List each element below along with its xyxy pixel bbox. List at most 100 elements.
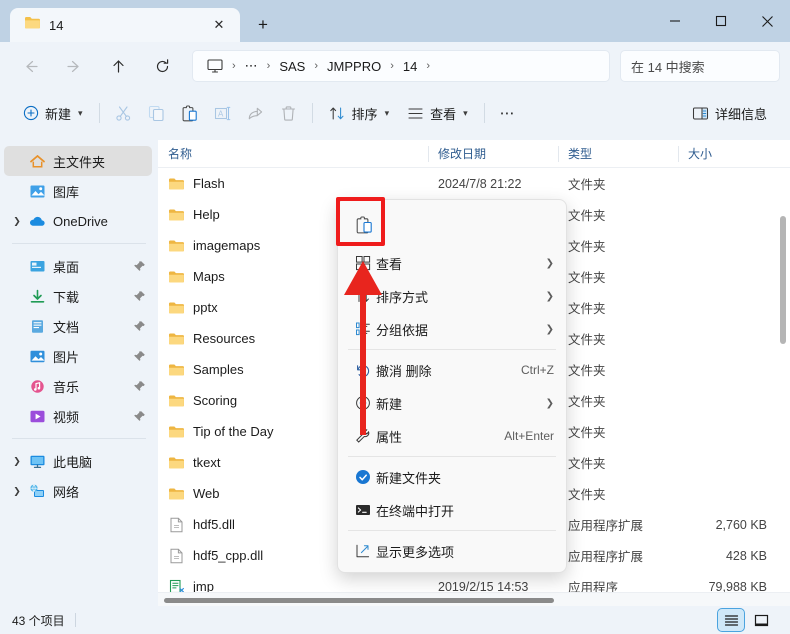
back-arrow-icon[interactable] (13, 49, 47, 83)
file-type-cell: 文件夹 (568, 395, 606, 409)
refresh-icon[interactable] (145, 49, 179, 83)
details-pane-button[interactable]: 详细信息 (683, 97, 776, 129)
search-input[interactable]: 在 14 中搜索 (620, 50, 780, 82)
scrollbar-thumb[interactable] (164, 598, 554, 603)
view-button-label: 查看 (430, 106, 457, 122)
terminal-icon (350, 502, 376, 518)
breadcrumb-14[interactable]: 14 (397, 56, 423, 77)
annotation-arrow-icon (344, 261, 382, 435)
file-name: Web (193, 486, 220, 501)
pin-icon[interactable] (132, 290, 148, 302)
address-bar[interactable]: › ⋯ › SAS › JMPPRO › 14 › (192, 50, 610, 82)
folder-icon (24, 15, 41, 35)
sidebar-item-network[interactable]: ❯ 网络 (4, 476, 152, 506)
breadcrumb-overflow[interactable]: ⋯ (239, 55, 264, 77)
sidebar-item-label: 音乐 (53, 379, 80, 395)
expander-placeholder (8, 317, 26, 335)
column-header-size[interactable]: 大小 (678, 140, 773, 168)
sidebar-item-label: 文档 (53, 319, 80, 335)
sidebar-item-desktop[interactable]: 桌面 (4, 251, 152, 281)
context-menu-item-label: 在终端中打开 (376, 503, 455, 519)
view-button[interactable]: 查看 ▾ (398, 97, 477, 129)
pin-icon[interactable] (132, 380, 148, 392)
sidebar-item-gallery[interactable]: 图库 (4, 176, 152, 206)
delete-button[interactable] (272, 97, 305, 129)
expander-placeholder (8, 407, 26, 425)
breadcrumb-sas[interactable]: SAS (273, 56, 311, 77)
pin-icon[interactable] (132, 260, 148, 272)
file-size-cell (678, 416, 773, 447)
copy-button[interactable] (140, 97, 173, 129)
sidebar-item-onedrive[interactable]: ❯ OneDrive (4, 206, 152, 236)
breadcrumb-separator: › (426, 60, 431, 72)
details-pane-label: 详细信息 (714, 106, 767, 122)
chevron-right-icon[interactable]: ❯ (8, 452, 26, 470)
context-menu-divider (348, 530, 556, 531)
folder-icon (168, 330, 185, 347)
chevron-right-icon[interactable]: ❯ (8, 212, 26, 230)
sidebar-item-videos[interactable]: 视频 (4, 401, 152, 431)
breadcrumb-separator: › (390, 60, 394, 72)
close-button[interactable] (744, 0, 790, 42)
context-menu-item-new-folder[interactable]: 新建文件夹 (342, 461, 562, 493)
music-icon (26, 377, 48, 395)
vertical-scrollbar[interactable] (778, 170, 788, 600)
share-button[interactable] (239, 97, 272, 129)
column-header-type[interactable]: 类型 (558, 140, 678, 168)
up-arrow-icon[interactable] (101, 49, 135, 83)
rename-icon: A (214, 105, 231, 122)
sidebar-item-home[interactable]: 主文件夹 (4, 146, 152, 176)
more-options-button[interactable]: ⋯ (492, 97, 524, 129)
cut-button[interactable] (107, 97, 140, 129)
tab-14[interactable]: 14 ✕ (10, 8, 240, 42)
navigation-bar: › ⋯ › SAS › JMPPRO › 14 › 在 14 中搜索 (0, 42, 790, 90)
file-name: pptx (193, 300, 218, 315)
new-folder-blue-icon (350, 469, 376, 485)
breadcrumb-jmppro[interactable]: JMPPRO (321, 56, 387, 77)
desktop-icon (26, 257, 48, 275)
share-icon (247, 105, 264, 122)
new-tab-button[interactable]: + (246, 8, 280, 42)
context-menu-item-show-more-options[interactable]: 显示更多选项 (342, 535, 562, 567)
sort-icon (329, 105, 346, 122)
horizontal-scrollbar[interactable] (158, 592, 790, 606)
file-name: Flash (193, 176, 225, 191)
column-header-date-modified[interactable]: 修改日期 (428, 140, 558, 168)
sort-button[interactable]: 排序 ▾ (320, 97, 399, 129)
pin-icon[interactable] (132, 320, 148, 332)
context-menu-item-open-in-terminal[interactable]: 在终端中打开 (342, 494, 562, 526)
paste-icon (181, 104, 198, 122)
scrollbar-thumb[interactable] (780, 216, 786, 344)
chevron-right-icon: ❯ (545, 290, 554, 302)
chevron-right-icon[interactable]: ❯ (8, 482, 26, 500)
sidebar-item-downloads[interactable]: 下载 (4, 281, 152, 311)
folder-icon (168, 237, 185, 254)
gallery-icon (26, 182, 48, 200)
rename-button[interactable]: A (206, 97, 239, 129)
sidebar-item-documents[interactable]: 文档 (4, 311, 152, 341)
table-row[interactable]: Flash 2024/7/8 21:22 文件夹 (158, 168, 790, 199)
documents-icon (26, 317, 48, 335)
tiles-view-icon[interactable] (748, 609, 774, 631)
tab-close-button[interactable]: ✕ (208, 14, 230, 36)
file-size-cell (678, 385, 773, 416)
context-menu-item-accel: Ctrl+Z (521, 363, 554, 377)
onedrive-cloud-icon (26, 212, 48, 230)
forward-arrow-icon[interactable] (57, 49, 91, 83)
pin-icon[interactable] (132, 410, 148, 422)
details-view-icon[interactable] (717, 608, 745, 632)
this-pc-icon (26, 452, 48, 470)
this-pc-crumb-icon[interactable] (201, 56, 229, 76)
breadcrumb-separator: › (232, 60, 236, 72)
chevron-down-icon: ▾ (78, 107, 83, 118)
sidebar-item-pictures[interactable]: 图片 (4, 341, 152, 371)
sidebar-item-music[interactable]: 音乐 (4, 371, 152, 401)
file-size-cell (678, 199, 773, 230)
maximize-button[interactable] (698, 0, 744, 42)
sidebar-item-this-pc[interactable]: ❯ 此电脑 (4, 446, 152, 476)
paste-button[interactable] (173, 97, 206, 129)
new-button[interactable]: 新建 ▾ (14, 97, 92, 129)
column-header-name[interactable]: 名称 (158, 140, 428, 168)
minimize-button[interactable] (652, 0, 698, 42)
pin-icon[interactable] (132, 350, 148, 362)
